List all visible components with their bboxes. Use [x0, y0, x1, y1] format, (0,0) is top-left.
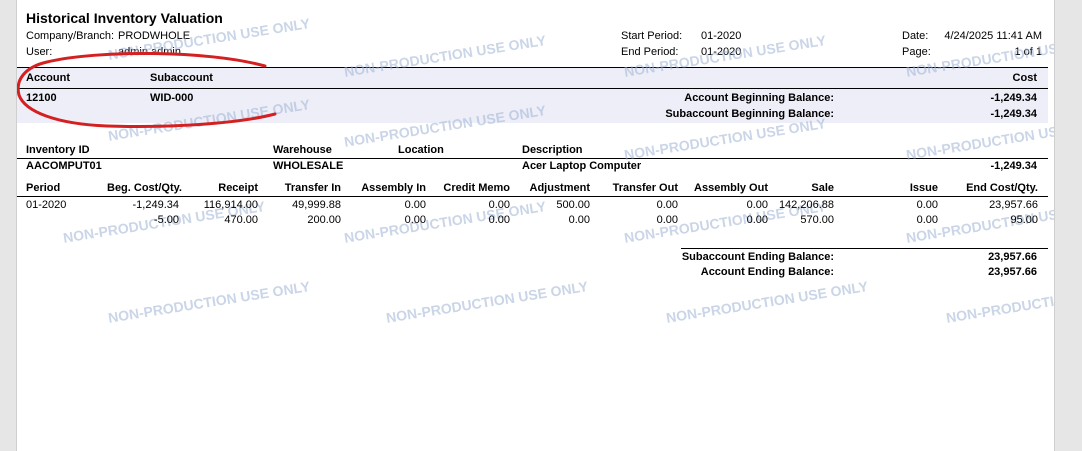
ending-line [681, 248, 1048, 249]
subaccount-beginning-balance-value: -1,249.34 [990, 108, 1037, 120]
end-period-value: 01-2020 [701, 46, 742, 58]
description-value: Acer Laptop Computer [522, 160, 642, 172]
period-cell: 0.00 [404, 214, 426, 226]
description-header: Description [522, 144, 583, 156]
account-column-header: Account [26, 72, 70, 84]
period-header-line [17, 196, 1048, 197]
period-cell: 0.00 [916, 214, 938, 226]
period-cell: 0.00 [746, 214, 768, 226]
account-beginning-balance-value: -1,249.34 [990, 92, 1037, 104]
period-column-header: Assembly In [361, 182, 426, 194]
item-cost-value: -1,249.34 [990, 160, 1037, 172]
period-cell: 0.00 [746, 199, 768, 211]
period-column-header: Sale [811, 182, 834, 194]
period-cell: 470.00 [224, 214, 258, 226]
watermark: NON-PRODUCTION USE ONLY [385, 278, 590, 326]
period-cell: 01-2020 [26, 199, 67, 211]
end-period-label: End Period: [621, 46, 679, 58]
page-value: 1 of 1 [1014, 46, 1042, 58]
period-cell: 116,914.00 [203, 199, 258, 211]
warehouse-header: Warehouse [273, 144, 332, 156]
company-label: Company/Branch: [26, 30, 115, 42]
user-label: User: [26, 46, 53, 58]
period-cell: 0.00 [656, 199, 678, 211]
item-header-line [17, 158, 1048, 159]
subaccount-ending-balance-label: Subaccount Ending Balance: [681, 251, 834, 263]
period-cell: 95.00 [1010, 214, 1038, 226]
start-period-label: Start Period: [621, 30, 683, 42]
period-column-header: Transfer Out [612, 182, 678, 194]
watermark: NON-PRODUCTION USE ONLY [107, 278, 312, 326]
period-column-header: Adjustment [529, 182, 591, 194]
start-period-value: 01-2020 [701, 30, 742, 42]
period-cell: -1,249.34 [132, 199, 179, 211]
subaccount-column-header: Subaccount [150, 72, 213, 84]
account-beginning-balance-label: Account Beginning Balance: [684, 92, 834, 104]
account-number: 12100 [26, 92, 57, 104]
subaccount-beginning-balance-label: Subaccount Beginning Balance: [665, 108, 834, 120]
period-cell: 570.00 [800, 214, 834, 226]
period-column-header: Transfer In [284, 182, 341, 194]
period-column-header: Issue [909, 182, 938, 194]
location-header: Location [398, 144, 444, 156]
cost-column-header: Cost [1012, 72, 1037, 84]
inventory-id-value: AACOMPUT01 [26, 160, 102, 172]
account-top-line [17, 67, 1048, 68]
period-cell: 0.00 [568, 214, 590, 226]
subaccount-code: WID-000 [150, 92, 194, 104]
report-page: Historical Inventory Valuation Company/B… [16, 0, 1055, 451]
page-label: Page: [902, 46, 931, 58]
user-value: admin admin [118, 46, 181, 58]
period-column-header: Credit Memo [443, 182, 510, 194]
subaccount-ending-balance-value: 23,957.66 [988, 251, 1037, 263]
period-column-header: Receipt [218, 182, 258, 194]
date-value: 4/24/2025 11:41 AM [944, 30, 1042, 42]
inventory-id-header: Inventory ID [26, 144, 90, 156]
period-column-header: Beg. Cost/Qty. [107, 182, 182, 194]
warehouse-value: WHOLESALE [273, 160, 344, 172]
period-cell: -5.00 [153, 214, 179, 226]
period-column-header: Period [26, 182, 61, 194]
period-cell: 49,999.88 [292, 199, 341, 211]
period-cell: 0.00 [656, 214, 678, 226]
period-cell: 0.00 [404, 199, 426, 211]
period-cell: 142,206.88 [778, 199, 834, 211]
watermark: NON-PRODUCTION USE ONLY [665, 278, 870, 326]
watermark: NON-PRODUCTION USE ONLY [945, 278, 1055, 326]
period-cell: 200.00 [307, 214, 341, 226]
period-column-header: Assembly Out [694, 182, 768, 194]
report-title: Historical Inventory Valuation [26, 10, 223, 26]
period-cell: 0.00 [488, 214, 510, 226]
company-value: PRODWHOLE [118, 30, 191, 42]
account-header-line [17, 88, 1048, 89]
period-cell: 0.00 [488, 199, 510, 211]
account-ending-balance-label: Account Ending Balance: [700, 266, 834, 278]
period-cell: 0.00 [916, 199, 938, 211]
period-cell: 23,957.66 [989, 199, 1038, 211]
account-ending-balance-value: 23,957.66 [988, 266, 1037, 278]
period-column-header: End Cost/Qty. [966, 182, 1038, 194]
date-label: Date: [902, 30, 929, 42]
period-cell: 500.00 [556, 199, 590, 211]
